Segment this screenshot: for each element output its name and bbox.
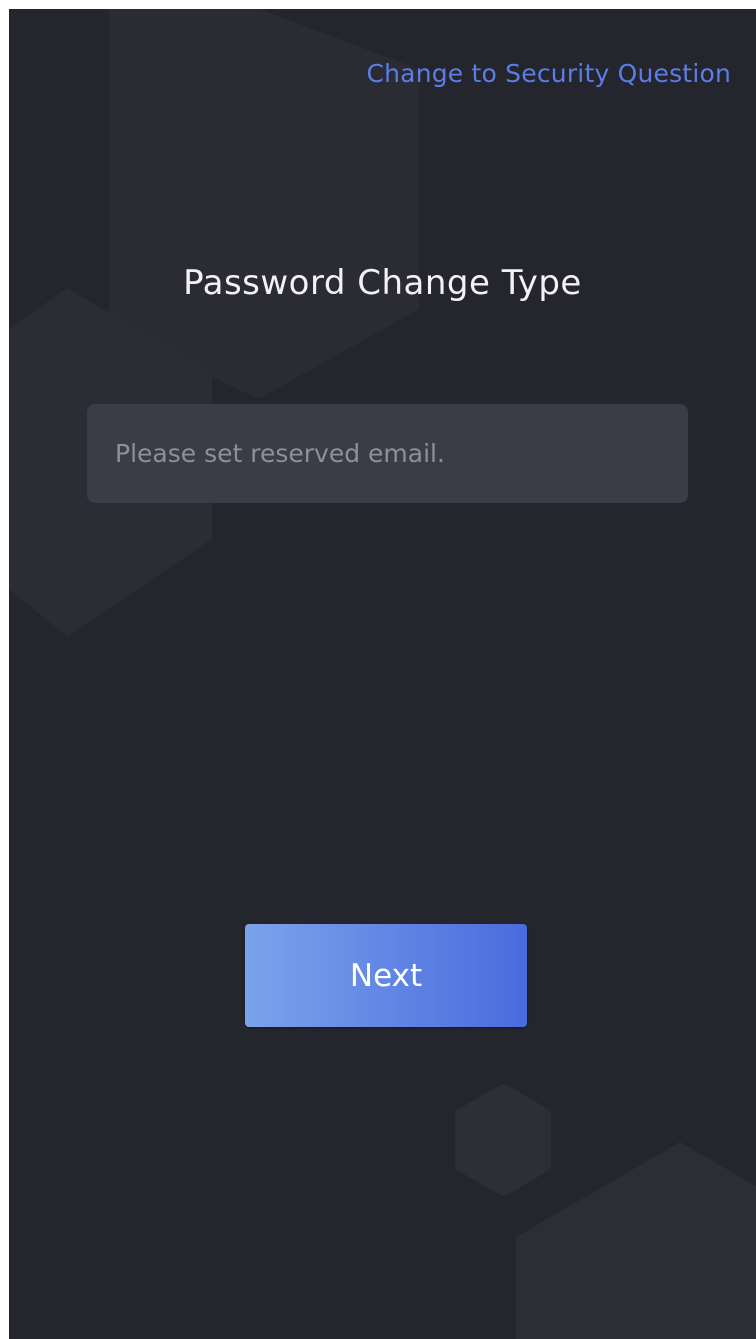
hexagon-shape-small xyxy=(455,1083,551,1197)
change-to-security-question-link[interactable]: Change to Security Question xyxy=(366,59,731,88)
reserved-email-input[interactable] xyxy=(87,404,688,503)
hexagon-background-decoration xyxy=(9,9,756,1339)
next-button[interactable]: Next xyxy=(245,924,527,1027)
page-title: Password Change Type xyxy=(183,263,582,303)
hexagon-shape-bottom-right xyxy=(516,1142,756,1339)
password-change-screen: Change to Security Question Password Cha… xyxy=(9,9,756,1339)
